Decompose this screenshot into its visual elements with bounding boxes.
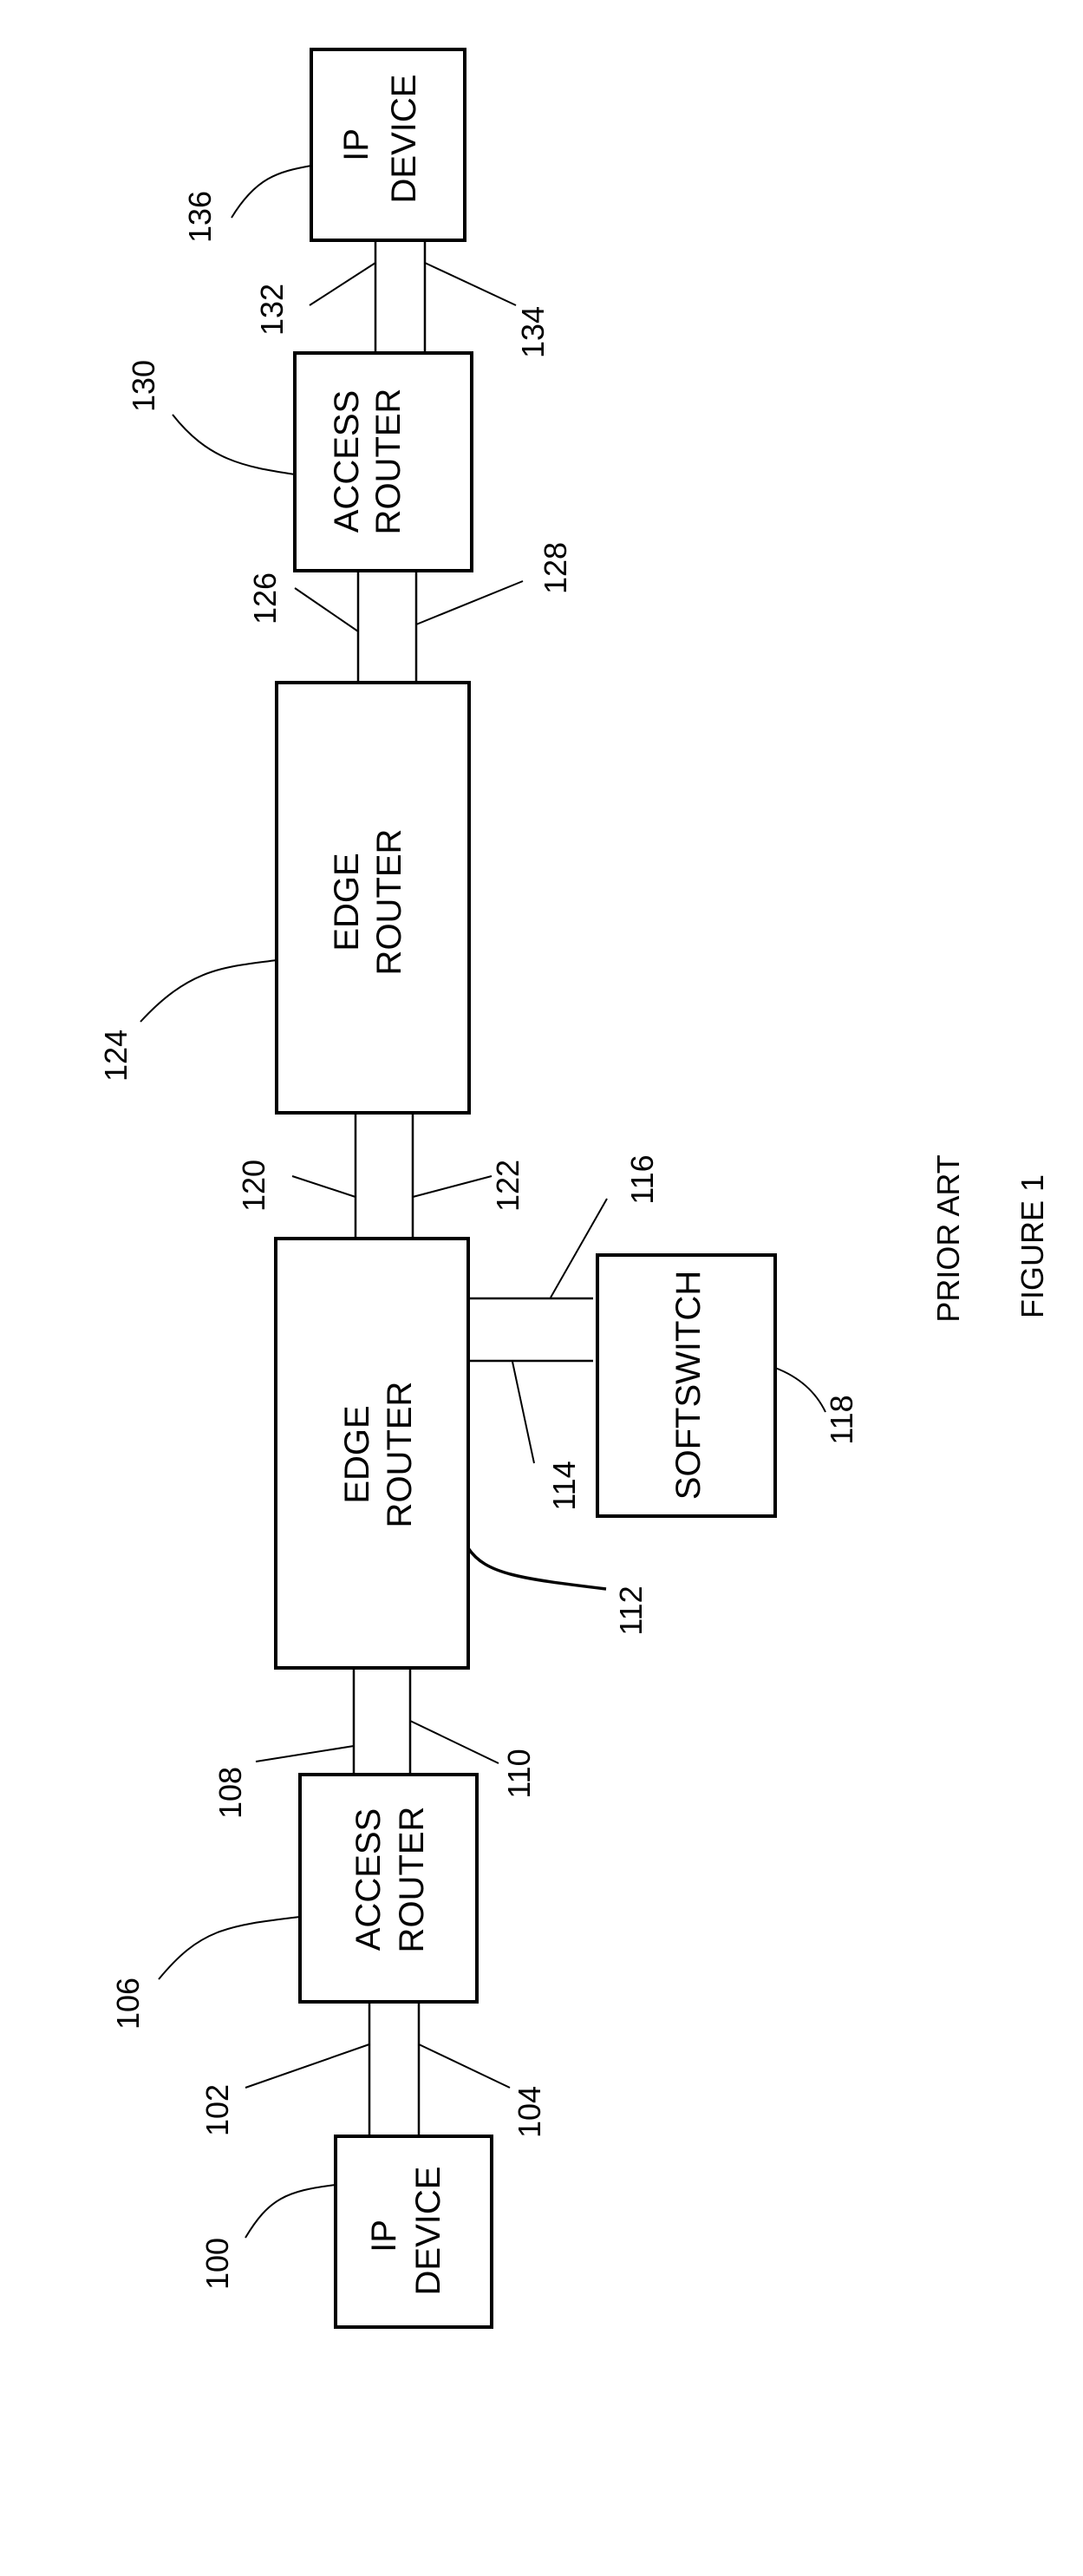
- ref-label-136: 136: [182, 191, 218, 243]
- edge-router-bottom-label-line2: ROUTER: [381, 1382, 419, 1528]
- prior-art-caption: PRIOR ART: [930, 1154, 966, 1322]
- leader-120: [291, 1175, 356, 1198]
- ref-label-122: 122: [490, 1160, 525, 1212]
- softswitch: SOFTSWITCH: [596, 1253, 777, 1518]
- leader-136: [231, 165, 312, 219]
- link-edge-bottom-access-bottom: [352, 1668, 412, 1775]
- edge-router-bottom: EDGE ROUTER: [274, 1237, 470, 1670]
- link-access-top-edge-top: [356, 571, 418, 683]
- ref-label-134: 134: [515, 306, 551, 358]
- ref-label-114: 114: [546, 1461, 582, 1510]
- leader-118: [774, 1367, 826, 1413]
- ref-label-108: 108: [212, 1767, 248, 1819]
- leader-104: [418, 2043, 511, 2089]
- network-diagram: IP DEVICE ACCESS ROUTER EDGE ROUTER EDGE…: [98, 48, 1050, 2329]
- softswitch-label: SOFTSWITCH: [669, 1271, 708, 1500]
- ref-label-130: 130: [126, 360, 161, 412]
- ref-label-100: 100: [199, 2238, 235, 2290]
- access-router-top: ACCESS ROUTER: [293, 351, 473, 572]
- leader-108: [255, 1745, 355, 1762]
- access-router-top-label-line2: ROUTER: [369, 389, 408, 535]
- access-router-bottom: ACCESS ROUTER: [298, 1773, 479, 2004]
- access-router-top-label-line1: ACCESS: [328, 390, 366, 533]
- ip-device-top: IP DEVICE: [310, 48, 466, 242]
- edge-router-top-label-line2: ROUTER: [370, 829, 408, 976]
- leader-122: [412, 1175, 493, 1198]
- link-ip-top-access-top: [374, 240, 427, 353]
- leader-110: [409, 1720, 499, 1764]
- ref-label-102: 102: [199, 2084, 235, 2136]
- edge-router-top-label-line1: EDGE: [328, 853, 366, 951]
- leader-128: [415, 580, 524, 625]
- access-router-bottom-label-line1: ACCESS: [349, 1808, 388, 1952]
- ip-device-bottom-label-line2: DEVICE: [409, 2167, 447, 2296]
- ip-device-top-label-line2: DEVICE: [385, 75, 423, 204]
- leader-100: [245, 2184, 336, 2239]
- ip-device-bottom: IP DEVICE: [334, 2135, 493, 2329]
- leader-134: [424, 262, 517, 306]
- figure-title: FIGURE 1: [1014, 1174, 1050, 1318]
- leader-126: [294, 587, 359, 632]
- ref-label-124: 124: [98, 1030, 134, 1082]
- leader-106: [158, 1916, 301, 1980]
- link-edge-top-edge-bottom: [354, 1113, 414, 1239]
- leader-102: [245, 2043, 370, 2089]
- ref-label-120: 120: [236, 1160, 271, 1212]
- leader-114: [512, 1361, 535, 1464]
- ref-label-112: 112: [613, 1585, 649, 1635]
- access-router-bottom-box: [298, 1773, 479, 2004]
- leader-132: [309, 262, 376, 306]
- link-access-bottom-ip-bottom: [368, 2002, 421, 2136]
- ref-label-106: 106: [110, 1978, 146, 2030]
- ref-label-110: 110: [501, 1749, 537, 1798]
- ref-label-128: 128: [538, 542, 573, 594]
- ip-device-top-label-line1: IP: [337, 128, 375, 161]
- leader-124: [140, 959, 277, 1023]
- ref-label-116: 116: [624, 1154, 660, 1204]
- ip-device-bottom-label-line1: IP: [365, 2220, 403, 2252]
- ref-label-104: 104: [512, 2086, 547, 2138]
- ref-label-132: 132: [254, 284, 290, 336]
- link-edge-bottom-softswitch: [468, 1297, 593, 1363]
- access-router-bottom-label-line2: ROUTER: [393, 1807, 431, 1953]
- edge-router-top: EDGE ROUTER: [275, 681, 471, 1115]
- ref-label-126: 126: [247, 572, 283, 624]
- ref-label-118: 118: [824, 1395, 859, 1444]
- edge-router-bottom-label-line1: EDGE: [338, 1405, 376, 1503]
- leader-112: [466, 1547, 607, 1591]
- leader-130: [172, 414, 296, 475]
